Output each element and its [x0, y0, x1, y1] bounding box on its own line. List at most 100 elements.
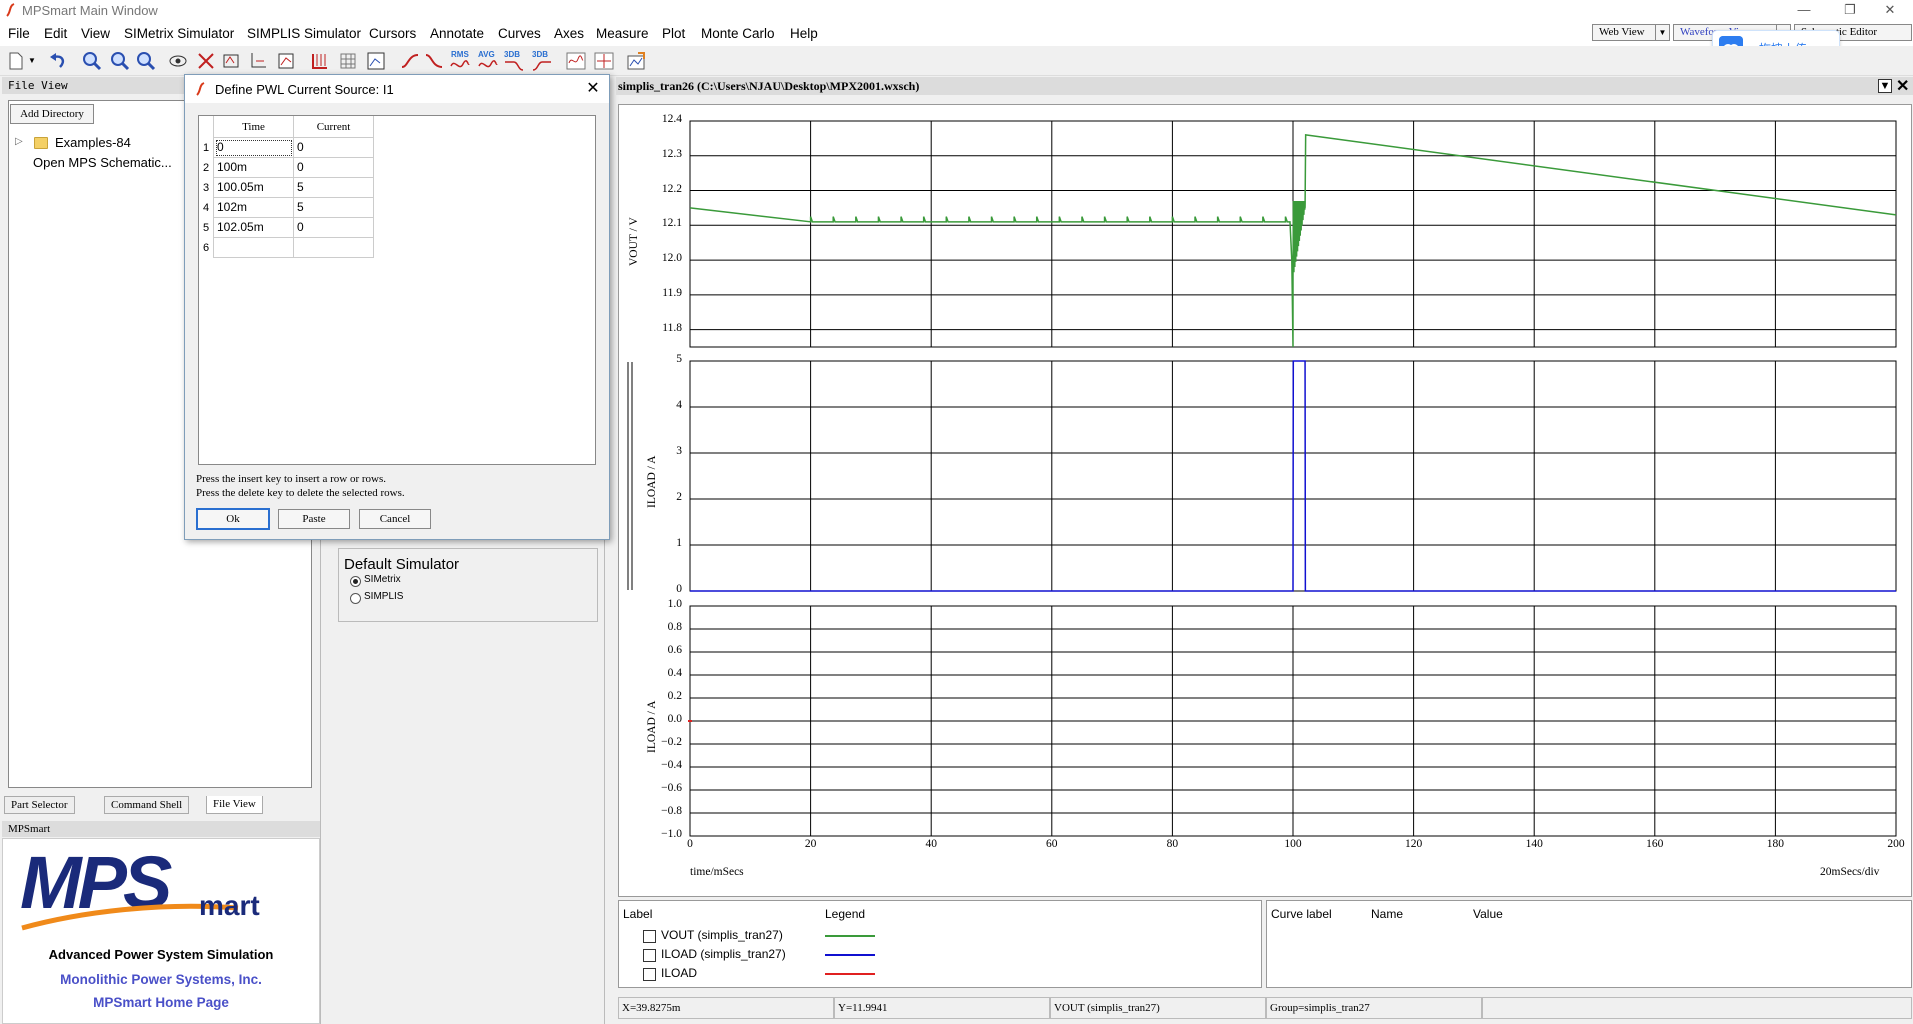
y-tick-label: 0.0: [667, 713, 682, 725]
3db-low-icon[interactable]: [504, 58, 524, 72]
app-icon: [6, 3, 15, 17]
window-title: MPSmart Main Window: [22, 3, 158, 18]
tab-web-view[interactable]: Web View ▼: [1592, 24, 1670, 41]
x-tick-label: 160: [1646, 838, 1664, 850]
menu-simetrix[interactable]: SIMetrix Simulator: [124, 26, 234, 41]
close-icon[interactable]: ✕: [583, 78, 603, 98]
expand-icon[interactable]: ▷: [15, 136, 23, 147]
new-graph-icon[interactable]: [276, 51, 296, 71]
menu-axes[interactable]: Axes: [554, 26, 584, 41]
x-tick-label: 200: [1887, 838, 1905, 850]
legend-swatch: [825, 973, 875, 975]
avg-icon[interactable]: [478, 58, 498, 72]
name-header: Name: [1371, 907, 1404, 921]
x-div-label: 20mSecs/div: [1820, 866, 1880, 878]
close-window-icon[interactable]: ✕: [1867, 0, 1913, 22]
menu-annotate[interactable]: Annotate: [430, 26, 484, 41]
menu-view[interactable]: View: [81, 26, 110, 41]
status-curve: VOUT (simplis_tran27): [1050, 997, 1266, 1019]
menu-monte-carlo[interactable]: Monte Carlo: [701, 26, 775, 41]
ok-button[interactable]: Ok: [196, 508, 270, 530]
cell-current[interactable]: 5: [294, 198, 374, 218]
y-tick-label: 12.2: [661, 182, 682, 195]
legend-checkbox[interactable]: [643, 930, 656, 943]
y-tick-label: 3: [676, 445, 682, 457]
y-tick-label: 12.3: [661, 147, 682, 160]
grid-icon[interactable]: [338, 51, 358, 71]
y-tick-label: −0.2: [661, 736, 682, 748]
mps-home-link[interactable]: MPSmart Home Page: [2, 995, 320, 1010]
fft-icon[interactable]: [566, 51, 586, 71]
graph-props-icon[interactable]: [366, 51, 386, 71]
mps-logo-sub: mart: [199, 890, 260, 921]
undo-icon[interactable]: [48, 51, 68, 71]
add-curve-icon[interactable]: [222, 51, 242, 71]
value-header: Value: [1473, 907, 1503, 921]
zoom-out-icon[interactable]: [110, 51, 130, 71]
legend-checkbox[interactable]: [643, 949, 656, 962]
toolbar: ▼ RMS AVG 3DB 3DB: [0, 46, 1913, 76]
x-tick-label: 0: [687, 838, 693, 850]
new-axis-icon[interactable]: [248, 51, 268, 71]
file-view-header: File View: [2, 77, 186, 94]
cursor-fall-icon[interactable]: [424, 51, 444, 71]
y-tick-label: 12.4: [661, 113, 682, 125]
menu-measure[interactable]: Measure: [596, 26, 649, 41]
y-tick-label: 11.9: [662, 286, 682, 299]
new-file-icon[interactable]: [6, 51, 26, 71]
waveform-tab-title: simplis_tran26 (C:\Users\NJAU\Desktop\MP…: [616, 77, 1913, 95]
plot-settings-icon[interactable]: [626, 51, 646, 71]
y-axis-label: ILOAD / A: [646, 455, 658, 508]
y-tick-label: −1.0: [661, 828, 682, 840]
probe-icon[interactable]: [594, 51, 614, 71]
grid-red-icon[interactable]: [310, 51, 330, 71]
waveform-frame: [618, 104, 1912, 897]
menu-curves[interactable]: Curves: [498, 26, 541, 41]
close-icon[interactable]: ✕: [1896, 76, 1909, 96]
legend-item-label: VOUT (simplis_tran27): [661, 928, 783, 942]
menu-plot[interactable]: Plot: [662, 26, 685, 41]
cell-time[interactable]: 102m: [214, 198, 294, 218]
chevron-down-icon[interactable]: ▼: [1655, 25, 1669, 40]
legend-panel: Label Legend VOUT (simplis_tran27) ILOAD …: [618, 900, 1262, 988]
minimize-icon[interactable]: —: [1781, 0, 1827, 22]
chevron-down-icon[interactable]: ▼: [1878, 79, 1892, 93]
legend-checkbox[interactable]: [643, 968, 656, 981]
cell-time[interactable]: 100m: [214, 158, 294, 178]
cursor-rise-icon[interactable]: [400, 51, 420, 71]
y-tick-label: 11.8: [662, 321, 682, 334]
delete-probe-icon[interactable]: [196, 51, 216, 71]
menu-help[interactable]: Help: [790, 26, 818, 41]
dialog-title-bar: Define PWL Current Source: I1 ✕: [185, 75, 609, 103]
cursor-table: Curve label Name Value: [1266, 900, 1912, 988]
default-simulator-title: Default Simulator: [344, 556, 460, 573]
3db-high-icon[interactable]: [532, 58, 552, 72]
x-tick-label: 100: [1284, 838, 1302, 850]
y-tick-label: 5: [676, 353, 682, 365]
legend-item-label: ILOAD (simplis_tran27): [661, 947, 786, 961]
mps-company-link[interactable]: Monolithic Power Systems, Inc.: [2, 972, 320, 987]
legend-swatch: [825, 935, 875, 937]
x-tick-label: 60: [1046, 838, 1058, 850]
mps-tagline: Advanced Power System Simulation: [48, 947, 274, 962]
zoom-fit-icon[interactable]: [136, 51, 156, 71]
y-tick-label: −0.8: [661, 805, 682, 817]
zoom-in-icon[interactable]: [82, 51, 102, 71]
rms-icon[interactable]: [450, 58, 470, 72]
y-tick-label: 0.6: [667, 644, 682, 656]
x-tick-label: 120: [1404, 838, 1423, 850]
paste-button[interactable]: Paste: [278, 509, 350, 529]
menu-edit[interactable]: Edit: [44, 26, 67, 41]
title-bar: MPSmart Main Window — ❐ ✕: [0, 0, 1913, 22]
cancel-button[interactable]: Cancel: [359, 509, 431, 529]
curve-label-header: Curve label: [1271, 907, 1332, 921]
menu-file[interactable]: File: [8, 26, 30, 41]
eye-icon[interactable]: [168, 51, 188, 71]
chevron-down-icon[interactable]: ▼: [28, 56, 36, 65]
cell-current[interactable]: 0: [294, 158, 374, 178]
x-tick-label: 180: [1766, 838, 1785, 850]
status-x: X=39.8275m: [618, 997, 834, 1019]
y-tick-label: 2: [676, 491, 682, 503]
menu-simplis[interactable]: SIMPLIS Simulator: [247, 26, 361, 41]
menu-cursors[interactable]: Cursors: [369, 26, 416, 41]
